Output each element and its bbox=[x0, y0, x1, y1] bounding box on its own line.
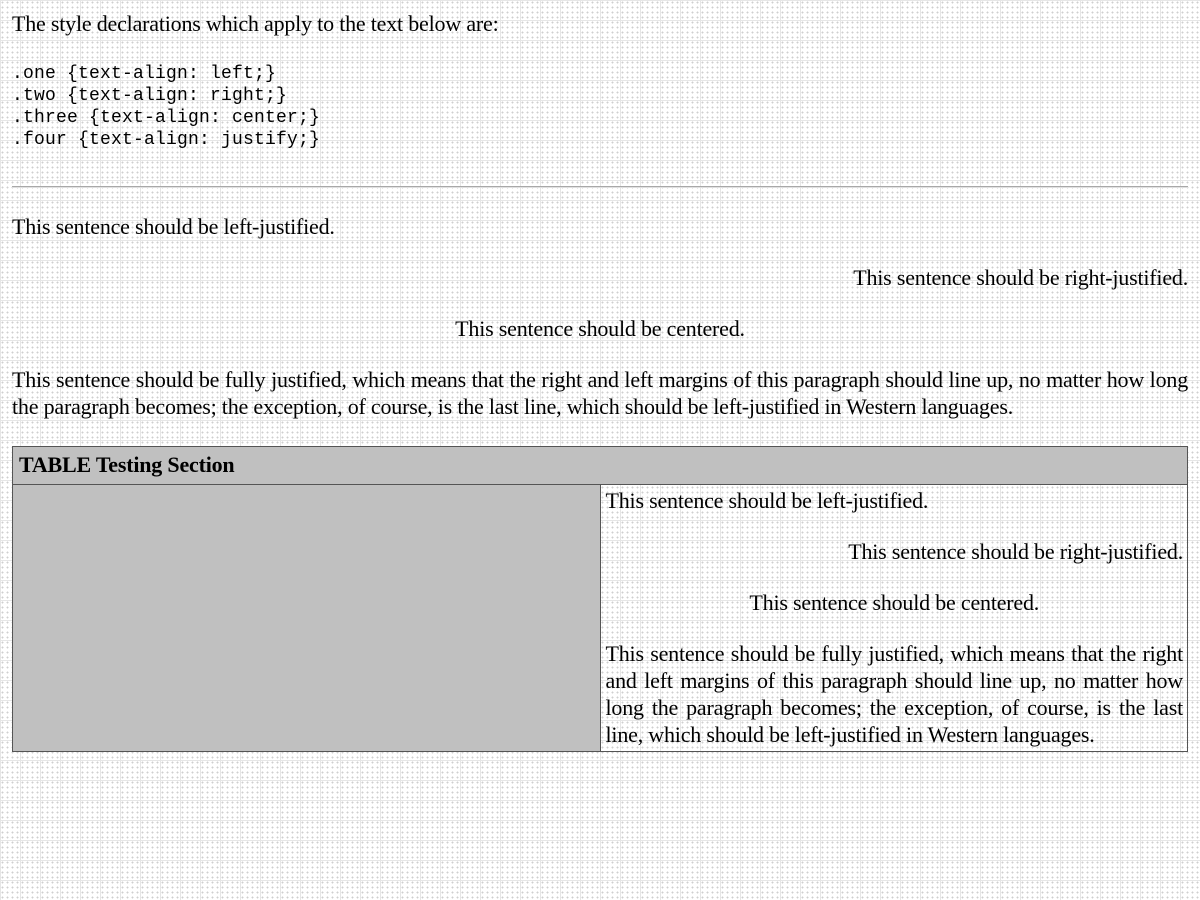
table-testing-section: TABLE Testing Section This sentence shou… bbox=[12, 446, 1188, 752]
page-content: The style declarations which apply to th… bbox=[12, 10, 1188, 752]
fully-justified-paragraph: This sentence should be fully justified,… bbox=[12, 367, 1188, 419]
style-declarations: .one {text-align: left;} .two {text-alig… bbox=[12, 63, 1188, 151]
table-header-cell: TABLE Testing Section bbox=[12, 446, 1188, 485]
test-paragraphs: This sentence should be left-justified. … bbox=[12, 213, 1188, 420]
left-justified-sentence: This sentence should be left-justified. bbox=[12, 214, 335, 239]
centered-sentence: This sentence should be centered. bbox=[455, 316, 745, 341]
table-content-cell: This sentence should be left-justified. … bbox=[599, 484, 1188, 752]
table-right-justified-sentence: This sentence should be right-justified. bbox=[848, 539, 1183, 564]
table-centered-sentence: This sentence should be centered. bbox=[749, 590, 1040, 615]
table-fully-justified-paragraph: This sentence should be fully justified,… bbox=[605, 641, 1184, 747]
table-gutter-cell bbox=[12, 484, 601, 752]
code-line-one: .one {text-align: left;} bbox=[12, 64, 277, 84]
code-line-three: .three {text-align: center;} bbox=[12, 108, 321, 128]
intro-text: The style declarations which apply to th… bbox=[12, 11, 499, 36]
horizontal-rule bbox=[12, 186, 1188, 188]
code-line-four: .four {text-align: justify;} bbox=[12, 130, 321, 150]
table-left-justified-sentence: This sentence should be left-justified. bbox=[605, 488, 929, 513]
code-line-two: .two {text-align: right;} bbox=[12, 86, 288, 106]
table-body-row: This sentence should be left-justified. … bbox=[12, 484, 1188, 752]
table-header-row: TABLE Testing Section bbox=[12, 446, 1188, 485]
right-justified-sentence: This sentence should be right-justified. bbox=[853, 265, 1188, 290]
